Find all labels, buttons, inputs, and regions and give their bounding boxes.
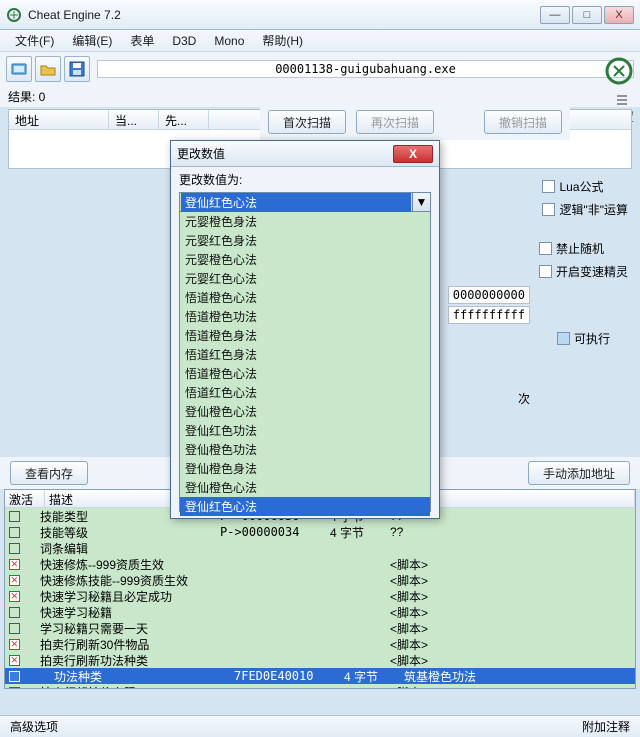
cheat-table: 激活 描述 地址 类型 数值 技能类型P->000000304 字节??技能等级… — [4, 489, 636, 689]
table-row[interactable]: ✕快速修炼--999资质生效<脚本> — [5, 556, 635, 572]
first-scan-button[interactable]: 首次扫描 — [268, 110, 346, 134]
row-checkbox[interactable] — [9, 623, 20, 634]
dialog-label: 更改数值为: — [171, 167, 439, 192]
dropdown-option[interactable]: 悟道橙色心法 — [180, 288, 430, 307]
row-checkbox[interactable]: ✕ — [9, 559, 20, 570]
menu-file[interactable]: 文件(F) — [6, 29, 63, 52]
range-start[interactable]: 0000000000 — [448, 286, 530, 304]
dropdown-option[interactable]: 登仙橙色心法 — [180, 478, 430, 497]
lua-checkbox[interactable] — [542, 180, 555, 193]
dropdown-option[interactable]: 元婴橙色心法 — [180, 250, 430, 269]
row-checkbox[interactable]: ✕ — [9, 591, 20, 602]
menu-table[interactable]: 表单 — [121, 29, 163, 52]
add-address-button[interactable]: 手动添加地址 — [528, 461, 630, 485]
undo-scan-button: 撤销扫描 — [484, 110, 562, 134]
table-row[interactable]: ✕快速修炼技能--999资质生效<脚本> — [5, 572, 635, 588]
table-row[interactable]: ✕快速学习秘籍且必定成功<脚本> — [5, 588, 635, 604]
dropdown-option[interactable]: 悟道红色身法 — [180, 345, 430, 364]
row-checkbox[interactable] — [9, 511, 20, 522]
no-random-checkbox[interactable] — [539, 242, 552, 255]
view-memory-button[interactable]: 查看内存 — [10, 461, 88, 485]
ce-logo-icon — [604, 56, 634, 86]
col-current[interactable]: 当... — [109, 110, 159, 129]
dropdown-option[interactable]: 登仙橙色心法 — [180, 402, 430, 421]
range-end[interactable]: ffffffffff — [448, 306, 530, 324]
table-row[interactable]: 词条编辑 — [5, 540, 635, 556]
table-row[interactable]: 技能等级P->000000344 字节?? — [5, 524, 635, 540]
change-value-dialog: 更改数值 X 更改数值为: 登仙红色心法 ▼ 元婴橙色身法元婴红色身法元婴橙色心… — [170, 140, 440, 519]
window-title: Cheat Engine 7.2 — [28, 8, 540, 22]
menu-d3d[interactable]: D3D — [163, 31, 205, 51]
menu-help[interactable]: 帮助(H) — [253, 29, 312, 52]
table-row[interactable]: 拍卖行起拍价上限<脚本> — [5, 684, 635, 688]
select-process-button[interactable] — [6, 56, 32, 82]
window-buttons: — □ X — [540, 6, 634, 24]
process-name: 00001138-guigubahuang.exe — [97, 60, 634, 78]
app-icon — [6, 7, 22, 23]
row-checkbox[interactable] — [9, 527, 20, 538]
dropdown-option[interactable]: 悟道橙色身法 — [180, 326, 430, 345]
table-row[interactable]: 学习秘籍只需要一天<脚本> — [5, 620, 635, 636]
advanced-options-link[interactable]: 高级选项 — [10, 718, 58, 735]
dropdown-option[interactable]: 登仙橙色身法 — [180, 459, 430, 478]
status-bar: 高级选项 附加注释 — [0, 715, 640, 737]
table-row[interactable]: 快速学习秘籍<脚本> — [5, 604, 635, 620]
col-previous[interactable]: 先... — [159, 110, 209, 129]
dropdown-option[interactable]: 登仙橙色功法 — [180, 440, 430, 459]
menu-bar: 文件(F) 编辑(E) 表单 D3D Mono 帮助(H) — [0, 30, 640, 52]
dialog-close-button[interactable]: X — [393, 145, 433, 163]
dialog-title: 更改数值 — [177, 145, 393, 162]
comments-link[interactable]: 附加注释 — [582, 718, 630, 735]
row-checkbox[interactable] — [9, 687, 20, 689]
minimize-button[interactable]: — — [540, 6, 570, 24]
dropdown-option[interactable]: 元婴橙色身法 — [180, 212, 430, 231]
toolbar: 00001138-guigubahuang.exe — [0, 52, 640, 86]
dropdown-option[interactable]: 悟道橙色功法 — [180, 307, 430, 326]
executable-check: 可执行 — [557, 330, 610, 347]
dropdown-option[interactable]: 元婴红色心法 — [180, 269, 430, 288]
dropdown-option[interactable]: 元婴红色身法 — [180, 231, 430, 250]
dropdown-option[interactable]: 登仙红色功法 — [180, 421, 430, 440]
executable-checkbox[interactable] — [557, 332, 570, 345]
dialog-titlebar[interactable]: 更改数值 X — [171, 141, 439, 167]
maximize-button[interactable]: □ — [572, 6, 602, 24]
row-checkbox[interactable] — [9, 607, 20, 618]
row-checkbox[interactable]: ✕ — [9, 655, 20, 666]
cheat-table-body[interactable]: 技能类型P->000000304 字节??技能等级P->000000344 字节… — [5, 508, 635, 688]
scan-buttons-row: 首次扫描 再次扫描 撤销扫描 — [260, 104, 570, 140]
menu-edit[interactable]: 编辑(E) — [63, 29, 121, 52]
dropdown-option[interactable]: 悟道橙色心法 — [180, 364, 430, 383]
dropdown-option[interactable]: 悟道红色心法 — [180, 383, 430, 402]
row-checkbox[interactable]: ✕ — [9, 575, 20, 586]
value-dropdown[interactable]: 登仙红色心法 ▼ 元婴橙色身法元婴红色身法元婴橙色心法元婴红色心法悟道橙色心法悟… — [179, 192, 431, 512]
menu-mono[interactable]: Mono — [205, 31, 253, 51]
scan-options-2: 禁止随机 开启变速精灵 — [539, 240, 628, 280]
scan-options-1: Lua公式 逻辑"非"运算 — [542, 178, 628, 218]
titlebar: Cheat Engine 7.2 — □ X — [0, 0, 640, 30]
row-checkbox[interactable] — [9, 671, 20, 682]
table-row[interactable]: ✕拍卖行刷新30件物品<脚本> — [5, 636, 635, 652]
col-active[interactable]: 激活 — [5, 490, 45, 507]
table-row[interactable]: ✕拍卖行刷新功法种类<脚本> — [5, 652, 635, 668]
open-button[interactable] — [35, 56, 61, 82]
table-row[interactable]: 功法种类7FED0E400104 字节筑基橙色功法 — [5, 668, 635, 684]
dropdown-selected: 登仙红色心法 — [181, 193, 411, 212]
dropdown-option[interactable]: 登仙红色心法 — [180, 497, 430, 516]
row-checkbox[interactable] — [9, 543, 20, 554]
speedhack-checkbox[interactable] — [539, 265, 552, 278]
save-button[interactable] — [64, 56, 90, 82]
dropdown-arrow-icon[interactable]: ▼ — [412, 193, 430, 211]
not-checkbox[interactable] — [542, 203, 555, 216]
dropdown-list[interactable]: 元婴橙色身法元婴红色身法元婴橙色心法元婴红色心法悟道橙色心法悟道橙色功法悟道橙色… — [179, 212, 431, 512]
close-button[interactable]: X — [604, 6, 634, 24]
row-checkbox[interactable]: ✕ — [9, 639, 20, 650]
ci-label: 次 — [518, 390, 530, 407]
col-address[interactable]: 地址 — [9, 110, 109, 129]
next-scan-button: 再次扫描 — [356, 110, 434, 134]
